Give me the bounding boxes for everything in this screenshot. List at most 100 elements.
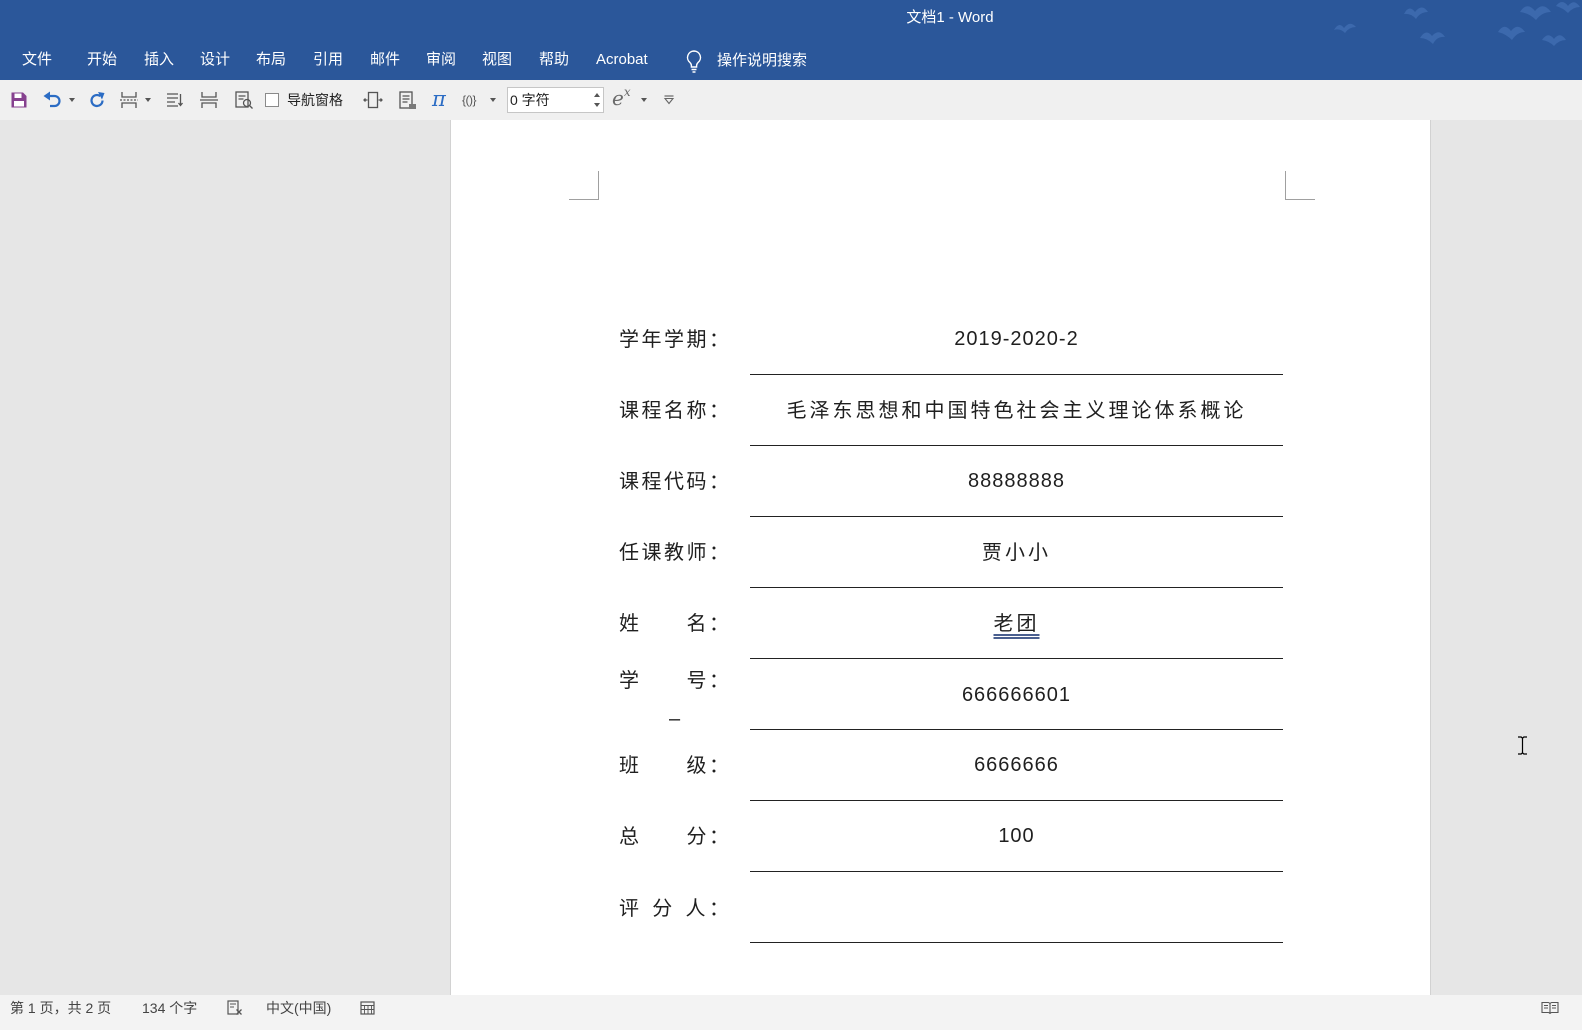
crop-mark-top-right <box>1285 171 1315 200</box>
field-value[interactable]: 100 <box>750 822 1283 850</box>
proofing-icon[interactable] <box>226 999 244 1017</box>
field-label: 课程代码： <box>619 469 729 493</box>
field-value[interactable]: 88888888 <box>750 467 1283 495</box>
indent-spinner-up-button[interactable] <box>592 90 602 100</box>
field-value[interactable]: 老团 <box>750 609 1283 637</box>
field-value[interactable]: 贾小小 <box>750 538 1283 566</box>
chevron-down-icon <box>69 98 75 102</box>
field-label: 学 号： <box>619 668 729 692</box>
tab-acrobat[interactable]: Acrobat <box>596 49 648 71</box>
field-underline <box>750 587 1283 588</box>
stray-dash: – <box>669 708 681 730</box>
word-count[interactable]: 134 个字 <box>142 999 197 1017</box>
status-bar: 第 1 页，共 2 页 134 个字 中文(中国) <box>0 995 1582 1030</box>
field-value[interactable]: 6666666 <box>750 751 1283 779</box>
tell-me-label: 操作说明搜索 <box>717 52 808 69</box>
title-bar-decoration <box>1334 2 1580 46</box>
page-break-dropdown[interactable] <box>143 89 153 111</box>
brackets-icon[interactable]: {()} <box>462 90 477 110</box>
tab-references[interactable]: 引用 <box>313 49 343 71</box>
field-label: 班 级： <box>619 753 729 777</box>
page-break-button[interactable] <box>118 89 140 111</box>
text-wrap-icon <box>167 93 183 107</box>
tab-review[interactable]: 审阅 <box>426 49 456 71</box>
indent-spinner-down-button[interactable] <box>592 100 602 110</box>
save-icon <box>11 92 27 108</box>
customize-toolbar-button[interactable] <box>662 89 676 111</box>
field-label: 任课教师： <box>619 540 729 564</box>
language-indicator[interactable]: 中文(中国) <box>266 999 331 1017</box>
field-value[interactable]: 666666601 <box>750 681 1283 709</box>
one-page-button[interactable] <box>396 89 418 111</box>
field-underline <box>750 658 1283 659</box>
form-row-student-id: 学 号： 666666601 – <box>451 666 1430 730</box>
field-underline <box>750 445 1283 446</box>
ibeam-cursor-icon <box>1518 736 1527 755</box>
field-underline <box>750 942 1283 943</box>
undo-dropdown[interactable] <box>67 89 77 111</box>
undo-button[interactable] <box>42 89 64 111</box>
page-setup-icon <box>200 92 218 108</box>
form-row-grader: 评 分 人： <box>451 894 1430 943</box>
indent-spinner[interactable] <box>507 87 604 113</box>
form-row-name: 姓 名： 老团 <box>451 609 1430 659</box>
chevron-down-icon <box>490 98 496 102</box>
field-underline <box>750 871 1283 872</box>
field-value[interactable] <box>750 894 1283 922</box>
redo-icon <box>90 92 105 108</box>
exponent-dropdown[interactable] <box>639 89 649 111</box>
redo-button[interactable] <box>87 89 107 111</box>
zoom-page-width-button[interactable] <box>362 89 384 111</box>
window-title: 文档1 - Word <box>906 9 994 26</box>
tab-mailings[interactable]: 邮件 <box>370 49 400 71</box>
title-bar: 文档1 - Word 文件 开始 插入 设计 布局 引用 邮件 审阅 视图 帮助… <box>0 0 1582 80</box>
text-wrap-button[interactable] <box>164 89 184 111</box>
field-underline <box>750 729 1283 730</box>
indent-input[interactable] <box>510 90 590 110</box>
customize-toolbar-icon <box>663 95 675 105</box>
undo-icon <box>43 91 61 108</box>
field-value[interactable]: 毛泽东思想和中国特色社会主义理论体系概论 <box>750 396 1283 424</box>
caret-down-icon <box>594 103 600 107</box>
quick-access-toolbar: 导航窗格 π {()} ex <box>0 80 1582 120</box>
exponent-base: e <box>612 86 624 110</box>
field-underline <box>750 800 1283 801</box>
one-page-icon <box>399 90 416 109</box>
crop-mark-top-left <box>569 171 599 200</box>
page-break-icon <box>120 92 138 108</box>
tell-me-search[interactable]: 操作说明搜索 <box>684 48 819 74</box>
form-row-class: 班 级： 6666666 <box>451 751 1430 801</box>
tab-design[interactable]: 设计 <box>200 49 230 71</box>
tab-file[interactable]: 文件 <box>22 49 52 71</box>
tab-insert[interactable]: 插入 <box>144 49 174 71</box>
save-button[interactable] <box>9 89 29 111</box>
field-value[interactable]: 2019-2020-2 <box>750 325 1283 353</box>
form-row-term: 学年学期： 2019-2020-2 <box>451 325 1430 375</box>
page-count[interactable]: 第 1 页，共 2 页 <box>10 999 111 1017</box>
nav-pane-checkbox[interactable] <box>265 93 279 107</box>
brackets-dropdown[interactable] <box>488 89 498 111</box>
document-page[interactable]: 学年学期： 2019-2020-2 课程名称： 毛泽东思想和中国特色社会主义理论… <box>450 120 1431 995</box>
equation-icon[interactable]: π <box>432 87 446 111</box>
macro-icon[interactable] <box>359 999 377 1017</box>
tab-view[interactable]: 视图 <box>482 49 512 71</box>
read-mode-icon[interactable] <box>1541 999 1559 1017</box>
field-label: 评 分 人： <box>619 896 729 920</box>
print-preview-button[interactable] <box>233 89 255 111</box>
exponent-icon[interactable]: ex <box>612 85 631 111</box>
exponent-power: x <box>623 85 631 99</box>
chevron-down-icon <box>641 98 647 102</box>
nav-pane-label[interactable]: 导航窗格 <box>287 90 343 110</box>
field-label: 总 分： <box>619 824 729 848</box>
page-setup-button[interactable] <box>198 89 220 111</box>
tab-help[interactable]: 帮助 <box>539 49 569 71</box>
tab-layout[interactable]: 布局 <box>256 49 286 71</box>
form-row-course-name: 课程名称： 毛泽东思想和中国特色社会主义理论体系概论 <box>451 396 1430 446</box>
caret-up-icon <box>594 93 600 97</box>
field-underline <box>750 516 1283 517</box>
field-label: 学年学期： <box>619 327 729 351</box>
tab-home[interactable]: 开始 <box>87 49 117 71</box>
form-row-total-score: 总 分： 100 <box>451 822 1430 872</box>
grammar-flagged-text[interactable]: 老团 <box>994 611 1040 635</box>
form-row-course-code: 课程代码： 88888888 <box>451 467 1430 517</box>
